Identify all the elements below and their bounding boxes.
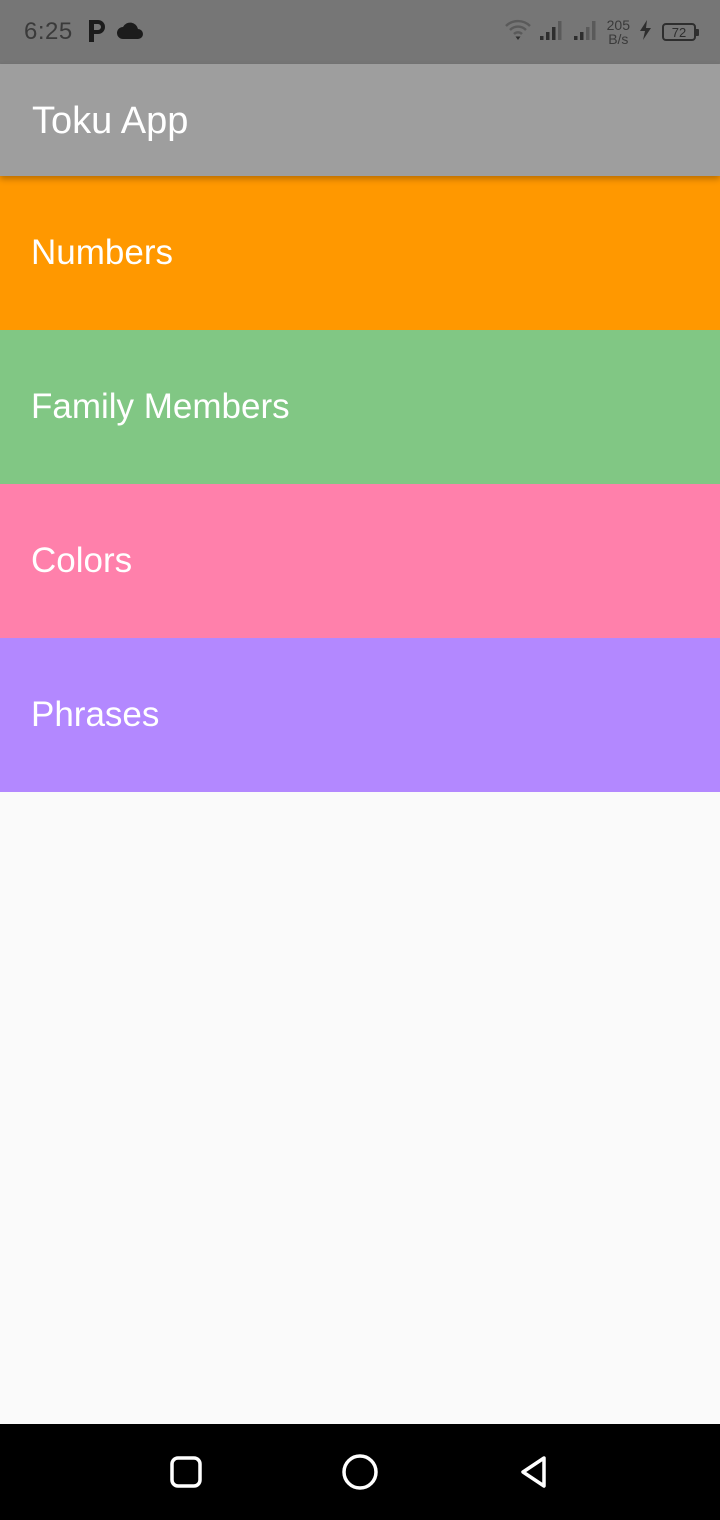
nav-bar (0, 1424, 720, 1520)
category-colors[interactable]: Colors (0, 484, 720, 638)
back-icon (521, 1456, 546, 1488)
category-phrases[interactable]: Phrases (0, 638, 720, 792)
category-label: Phrases (31, 695, 160, 734)
parking-icon (86, 18, 108, 49)
battery-level: 72 (671, 24, 687, 40)
net-speed-value: 205 (606, 17, 630, 33)
category-label: Colors (31, 541, 133, 580)
net-speed: 205 B/s (607, 18, 630, 46)
status-left-icons (86, 18, 144, 49)
home-icon (342, 1454, 378, 1490)
category-label: Numbers (31, 233, 173, 272)
app-bar: Toku App (0, 64, 720, 176)
category-numbers[interactable]: Numbers (0, 176, 720, 330)
app-title: Toku App (32, 100, 189, 142)
signal-icon (573, 19, 599, 46)
net-speed-unit: B/s (608, 31, 629, 47)
recents-button[interactable] (162, 1448, 210, 1496)
status-time: 6:25 (24, 18, 73, 45)
recents-icon (170, 1456, 202, 1488)
cloud-icon (116, 22, 144, 45)
home-button[interactable] (336, 1448, 384, 1496)
wifi-icon (504, 19, 531, 46)
status-right-icons: 205 B/s 72 (504, 14, 699, 50)
back-button[interactable] (510, 1448, 558, 1496)
charging-icon (638, 19, 654, 46)
screen: 6:25 205 B/s 72 Toku App Numbers Family … (0, 0, 720, 1520)
status-bar: 6:25 205 B/s 72 (0, 0, 720, 64)
category-list: Numbers Family Members Colors Phrases (0, 176, 720, 792)
category-label: Family Members (31, 387, 290, 426)
signal-icon (539, 19, 565, 46)
category-family-members[interactable]: Family Members (0, 330, 720, 484)
battery-icon: 72 (662, 23, 699, 41)
